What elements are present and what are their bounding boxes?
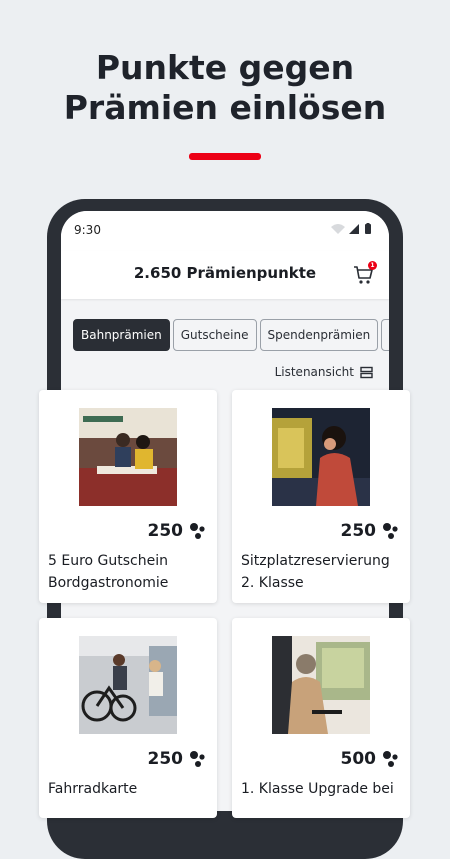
reward-title-line1: Fahrradkarte <box>48 781 138 797</box>
bistro-couple-photo <box>79 408 177 506</box>
cell-signal-icon <box>349 224 359 234</box>
promo-headline: Punkte gegen Prämien einlösen <box>0 48 450 128</box>
reward-points: 250 <box>341 521 401 541</box>
battery-icon <box>365 224 371 234</box>
reward-points: 500 <box>341 749 401 769</box>
list-view-icon <box>360 366 373 378</box>
list-view-label: Listenansicht <box>274 365 354 379</box>
reward-points: 250 <box>148 749 208 769</box>
reward-points-value: 250 <box>147 521 184 541</box>
reward-title: 5 Euro Gutschein Bordgastronomie <box>48 550 213 594</box>
chip-gutscheine[interactable]: Gutscheine <box>172 319 257 351</box>
points-dots-icon <box>190 523 205 539</box>
status-icons <box>331 223 371 234</box>
status-bar: 9:30 <box>61 211 389 251</box>
points-balance-title: 2.650 Prämienpunkte <box>133 264 317 282</box>
chip-spendenpraemien[interactable]: Spendenprämien <box>259 319 379 351</box>
reward-card[interactable]: 500 1. Klasse Upgrade bei <box>232 618 410 818</box>
reward-title: Sitzplatzreservierung 2. Klasse <box>241 550 406 594</box>
reward-points: 250 <box>148 521 208 541</box>
reward-title-line1: Sitzplatzreservierung <box>241 553 390 569</box>
reward-card[interactable]: 250 Sitzplatzreservierung 2. Klasse <box>232 390 410 603</box>
first-class-passenger-photo <box>272 636 370 734</box>
reward-title-line1: 5 Euro Gutschein <box>48 553 168 569</box>
reward-title-line2: 2. Klasse <box>241 575 304 591</box>
accent-divider <box>189 153 261 160</box>
cart-button[interactable]: 1 <box>353 261 379 287</box>
reward-title: 1. Klasse Upgrade bei <box>241 778 406 800</box>
promo-headline-line1: Punkte gegen <box>95 48 355 87</box>
reward-title-line1: 1. Klasse Upgrade bei <box>241 781 394 797</box>
reward-title-line2: Bordgastronomie <box>48 575 169 591</box>
reward-card[interactable]: 250 Fahrradkarte <box>39 618 217 818</box>
reward-points-value: 250 <box>147 749 184 769</box>
window-passenger-photo <box>272 408 370 506</box>
promo-headline-line2: Prämien einlösen <box>63 88 387 127</box>
reward-points-value: 500 <box>340 749 377 769</box>
bike-compartment-photo <box>79 636 177 734</box>
list-view-toggle[interactable]: Listenansicht <box>275 363 373 381</box>
cart-count-badge: 1 <box>368 261 377 270</box>
points-dots-icon <box>190 751 205 767</box>
reward-points-value: 250 <box>340 521 377 541</box>
app-bar: 2.650 Prämienpunkte 1 <box>61 251 389 299</box>
status-time: 9:30 <box>74 223 101 237</box>
points-dots-icon <box>383 523 398 539</box>
chip-bahnpraemien[interactable]: Bahnprämien <box>73 319 170 351</box>
chip-more[interactable]: G <box>381 319 389 351</box>
category-filter-bar: BahnprämienGutscheineSpendenprämienG <box>73 319 389 351</box>
reward-card[interactable]: 250 5 Euro Gutschein Bordgastronomie <box>39 390 217 603</box>
points-dots-icon <box>383 751 398 767</box>
reward-title: Fahrradkarte <box>48 778 213 800</box>
wifi-icon <box>331 224 345 234</box>
